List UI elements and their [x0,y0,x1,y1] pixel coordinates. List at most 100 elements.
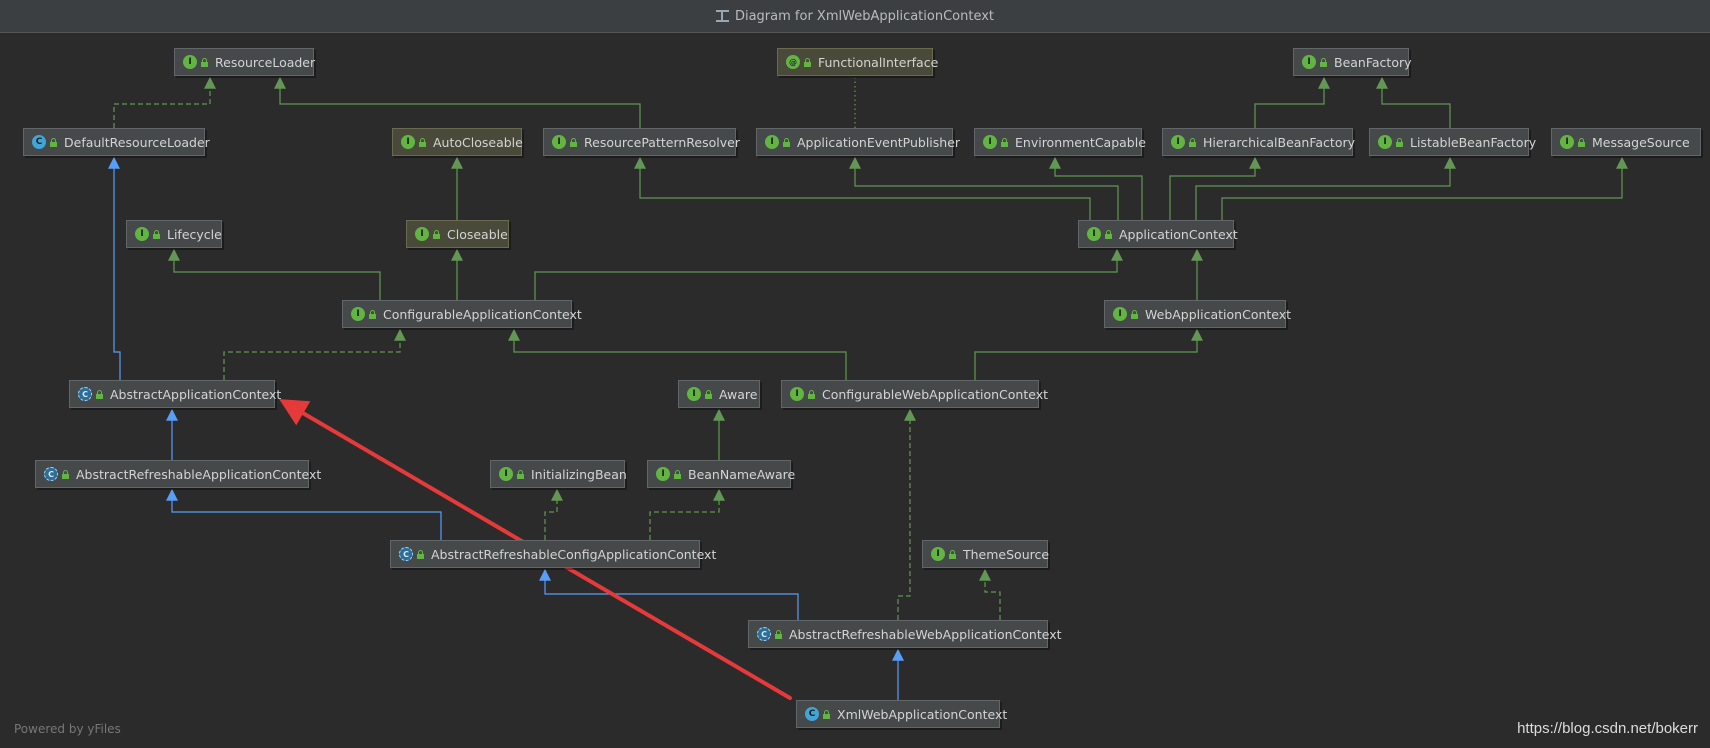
node-configurable-web-application-context[interactable]: I ConfigurableWebApplicationContext [781,380,1048,408]
public-lock-icon [783,137,790,147]
node-initializing-bean[interactable]: I InitializingBean [490,460,627,488]
public-lock-icon [1131,309,1138,319]
node-resource-loader[interactable]: I ResourceLoader [174,48,316,76]
edge-configurable-web-application-context-to-configurable-application-context [508,328,847,380]
node-label: XmlWebApplicationContext [837,706,1008,722]
edge-application-context-to-resource-pattern-resolver [634,156,1091,220]
interface-icon: I [1378,135,1392,149]
node-lifecycle[interactable]: I Lifecycle [126,220,222,248]
interface-icon: I [1113,307,1127,321]
edge-application-context-to-listable-bean-factory [1195,156,1456,220]
node-label: AbstractRefreshableWebApplicationContext [789,626,1062,642]
node-label: WebApplicationContext [1145,306,1292,322]
node-application-context[interactable]: I ApplicationContext [1078,220,1238,248]
public-lock-icon [369,309,376,319]
node-bean-name-aware[interactable]: I BeanNameAware [647,460,795,488]
node-configurable-application-context[interactable]: I ConfigurableApplicationContext [342,300,582,328]
edge-abstract-application-context-to-configurable-application-context [223,328,406,380]
node-label: AutoCloseable [433,134,523,150]
public-lock-icon [1578,137,1585,147]
node-closeable[interactable]: I Closeable [406,220,509,248]
edge-abstract-refreshable-config-application-context-to-abstract-refreshable-application-context [166,488,442,540]
edge-abstract-refreshable-config-application-context-to-bean-name-aware [649,488,725,540]
node-bean-factory[interactable]: I BeanFactory [1293,48,1412,76]
edge-application-context-to-message-source [1221,156,1628,220]
node-abstract-application-context[interactable]: C AbstractApplicationContext [69,380,281,408]
node-resource-pattern-resolver[interactable]: I ResourcePatternResolver [543,128,740,156]
node-listable-bean-factory[interactable]: I ListableBeanFactory [1369,128,1536,156]
blog-url-watermark: https://blog.csdn.net/bokerr [1517,720,1698,737]
edge-hierarchical-bean-factory-to-bean-factory [1254,76,1330,128]
node-label: EnvironmentCapable [1015,134,1146,150]
public-lock-icon [517,469,524,479]
interface-icon: I [552,135,566,149]
interface-icon: I [765,135,779,149]
interface-icon: I [135,227,149,241]
node-label: BeanFactory [1334,54,1412,70]
abstract-class-icon: C [78,387,92,401]
node-theme-source[interactable]: I ThemeSource [922,540,1050,568]
class-icon: C [805,707,819,721]
edge-configurable-application-context-to-application-context [534,248,1123,300]
powered-by-yfiles: Powered by yFiles [14,722,121,736]
node-label: BeanNameAware [688,466,796,482]
node-hierarchical-bean-factory[interactable]: I HierarchicalBeanFactory [1162,128,1356,156]
node-label: Aware [719,386,758,402]
public-lock-icon [50,137,57,147]
public-lock-icon [417,549,424,559]
edge-configurable-web-application-context-to-web-application-context [974,328,1203,380]
public-lock-icon [1189,137,1196,147]
node-label: FunctionalInterface [818,54,939,70]
public-lock-icon [570,137,577,147]
node-label: ResourceLoader [215,54,316,70]
edge-application-context-to-application-event-publisher [849,156,1119,220]
node-abstract-refreshable-config-application-context[interactable]: C AbstractRefreshableConfigApplicationCon… [390,540,716,568]
public-lock-icon [1001,137,1008,147]
edge-application-context-to-environment-capable [1049,156,1143,220]
edge-abstract-application-context-to-default-resource-loader [108,156,121,380]
node-auto-closeable[interactable]: I AutoCloseable [392,128,523,156]
edge-listable-bean-factory-to-bean-factory [1376,76,1451,128]
abstract-class-icon: C [757,627,771,641]
node-aware[interactable]: I Aware [678,380,760,408]
public-lock-icon [96,389,103,399]
node-xml-web-application-context[interactable]: C XmlWebApplicationContext [796,700,1007,728]
interface-icon: I [499,467,513,481]
node-label: MessageSource [1592,134,1690,150]
interface-icon: I [790,387,804,401]
edge-abstract-refreshable-config-application-context-to-initializing-bean [544,488,563,540]
node-label: ResourcePatternResolver [584,134,740,150]
node-abstract-refreshable-application-context[interactable]: C AbstractRefreshableApplicationContext [35,460,321,488]
interface-icon: I [415,227,429,241]
node-label: ThemeSource [963,546,1050,562]
node-environment-capable[interactable]: I EnvironmentCapable [974,128,1146,156]
node-web-application-context[interactable]: I WebApplicationContext [1104,300,1291,328]
node-abstract-refreshable-web-application-context[interactable]: C AbstractRefreshableWebApplicationContex… [748,620,1062,648]
abstract-class-icon: C [399,547,413,561]
public-lock-icon [775,629,782,639]
public-lock-icon [1105,229,1112,239]
public-lock-icon [823,709,830,719]
node-label: HierarchicalBeanFactory [1203,134,1356,150]
node-label: DefaultResourceLoader [64,134,210,150]
edge-abstract-refreshable-web-application-context-to-configurable-web-application-context [897,408,916,620]
node-default-resource-loader[interactable]: C DefaultResourceLoader [23,128,210,156]
node-label: ApplicationEventPublisher [797,134,961,150]
public-lock-icon [1320,57,1327,67]
interface-icon: I [401,135,415,149]
public-lock-icon [433,229,440,239]
interface-icon: I [183,55,197,69]
edge-application-context-to-hierarchical-bean-factory [1169,156,1261,220]
node-label: AbstractRefreshableApplicationContext [76,466,322,482]
node-label: AbstractRefreshableConfigApplicationCont… [431,546,717,562]
node-message-source[interactable]: I MessageSource [1551,128,1701,156]
node-application-event-publisher[interactable]: I ApplicationEventPublisher [756,128,960,156]
public-lock-icon [201,57,208,67]
edge-resource-pattern-resolver-to-resource-loader [274,76,641,128]
public-lock-icon [153,229,160,239]
edge-configurable-application-context-to-lifecycle [168,248,381,300]
node-label: InitializingBean [531,466,627,482]
public-lock-icon [419,137,426,147]
node-functional-interface[interactable]: @ FunctionalInterface [777,48,938,76]
node-label: ConfigurableApplicationContext [383,306,582,322]
